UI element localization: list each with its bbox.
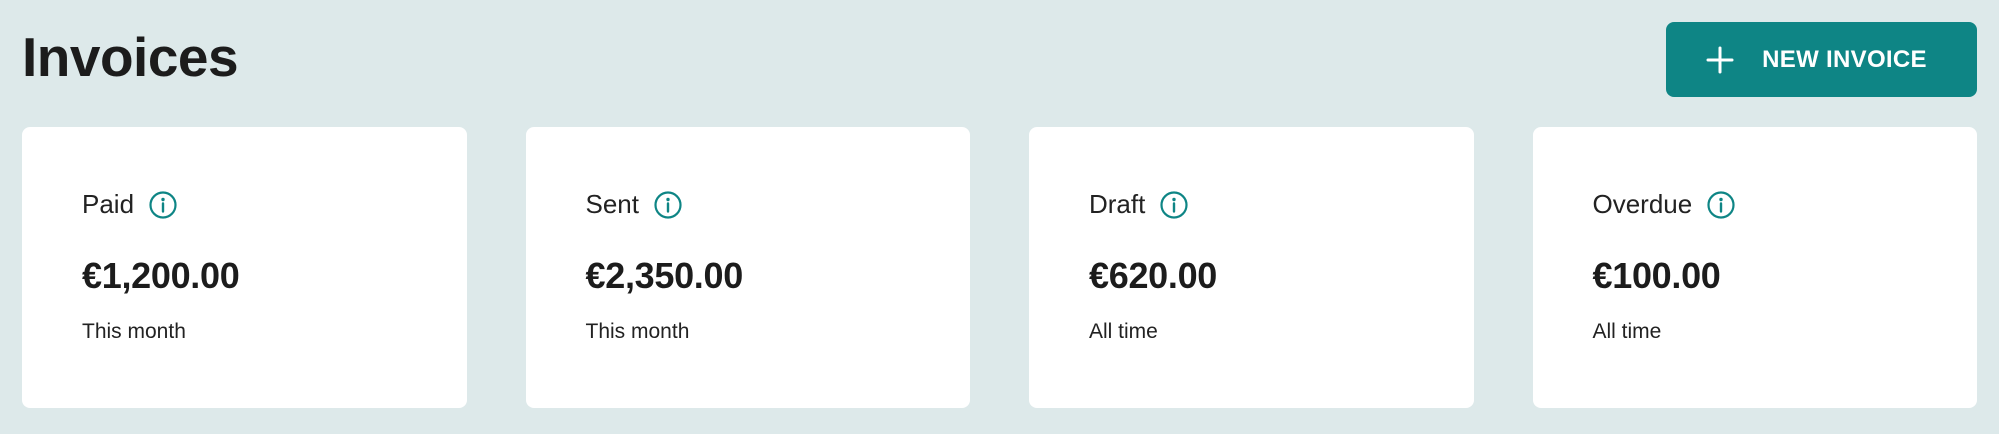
card-period: This month [82, 320, 186, 343]
card-label: Sent [585, 189, 640, 219]
new-invoice-label: NEW INVOICE [1762, 45, 1927, 73]
summary-card-overdue: Overdue €100.00 All time [1532, 127, 1977, 408]
info-icon[interactable] [1706, 190, 1736, 220]
summary-card-draft: Draft €620.00 All time [1029, 127, 1474, 408]
card-amount: €620.00 [1089, 255, 1218, 296]
card-period: All time [1592, 320, 1662, 343]
card-header: Paid [82, 189, 178, 220]
card-period: This month [585, 320, 690, 343]
page-header: Invoices NEW INVOICE [22, 22, 1977, 97]
plus-icon [1706, 46, 1734, 73]
card-amount: €100.00 [1592, 255, 1721, 296]
info-icon[interactable] [1159, 190, 1189, 220]
info-icon[interactable] [653, 190, 683, 220]
card-label: Overdue [1592, 189, 1693, 219]
card-label: Draft [1089, 189, 1146, 219]
card-header: Overdue [1593, 189, 1737, 220]
card-label: Paid [82, 189, 135, 219]
card-period: All time [1089, 320, 1158, 343]
summary-card-paid: Paid €1,200.00 This month [22, 127, 467, 408]
card-header: Sent [586, 189, 684, 220]
card-amount: €2,350.00 [585, 255, 744, 296]
info-icon[interactable] [148, 190, 178, 220]
card-amount: €1,200.00 [82, 255, 240, 296]
invoice-summary-cards: Paid €1,200.00 This month Sent €2,350.00… [22, 127, 1977, 408]
new-invoice-button[interactable]: NEW INVOICE [1666, 22, 1977, 97]
card-header: Draft [1089, 189, 1189, 220]
summary-card-sent: Sent €2,350.00 This month [525, 127, 970, 408]
page-title: Invoices [22, 26, 239, 88]
